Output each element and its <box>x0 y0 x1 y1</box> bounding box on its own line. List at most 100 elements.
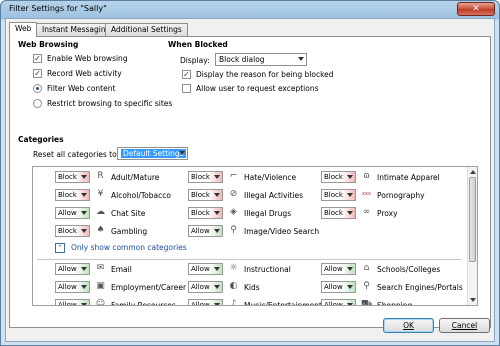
xxx-icon: xxx <box>362 191 371 197</box>
chevron-down-icon <box>214 211 220 215</box>
category-setting-select-illegal-drugs[interactable]: Block <box>188 207 223 219</box>
category-setting-select-chat-site[interactable]: Allow <box>55 207 90 219</box>
web-tab-panel: Web Browsing ✓ Enable Web browsing ✓ Rec… <box>9 36 491 328</box>
record-web-activity-label: Record Web activity <box>47 69 122 78</box>
chevron-down-icon <box>214 229 220 233</box>
chevron-down-icon <box>214 285 220 289</box>
category-setting-value: Block <box>58 227 77 235</box>
category-label-email: Email <box>111 265 132 274</box>
restrict-browsing-radio[interactable] <box>33 99 42 108</box>
display-mode-select[interactable]: Block dialog <box>215 53 307 66</box>
category-setting-select-pornography[interactable]: Block <box>321 189 356 201</box>
chevron-down-icon <box>81 229 87 233</box>
category-setting-value: Block <box>324 173 343 181</box>
category-label-schools-colleges: Schools/Colleges <box>377 265 441 274</box>
magnifier-icon: ⚲ <box>230 225 237 235</box>
scroll-down-arrow-icon[interactable] <box>470 298 476 302</box>
category-label-illegal-drugs: Illegal Drugs <box>244 209 292 218</box>
display-reason-checkbox[interactable]: ✓ <box>182 70 191 79</box>
reset-categories-select[interactable]: Default Settings <box>117 147 188 160</box>
category-setting-value: Allow <box>191 265 210 273</box>
category-setting-value: Allow <box>58 301 77 306</box>
pill-icon: ◈ <box>230 207 237 217</box>
category-setting-select-instructional[interactable]: Allow <box>188 263 223 275</box>
categories-scrollbar[interactable] <box>467 167 477 305</box>
adult-icon: R <box>97 171 104 181</box>
category-setting-select-shopping[interactable]: Allow <box>321 299 356 305</box>
briefcase-icon: ▣ <box>96 281 105 291</box>
categories-list[interactable]: Block R Adult/Mature Block ⌐ Hate/Violence Blo… <box>32 166 478 306</box>
category-setting-select-gambling[interactable]: Block <box>55 225 90 237</box>
chevron-down-icon <box>347 285 353 289</box>
reset-categories-value: Default Settings <box>121 149 186 158</box>
ok-button[interactable]: OK <box>383 318 434 333</box>
title-bar[interactable]: Filter Settings for "Sally" ✕ <box>1 1 499 18</box>
category-setting-value: Block <box>191 209 210 217</box>
category-setting-select-adult-mature[interactable]: Block <box>55 171 90 183</box>
tab-additional-settings[interactable]: Additional Settings <box>105 23 188 36</box>
window-title: Filter Settings for "Sally" <box>9 4 107 13</box>
chevron-down-icon <box>179 151 185 155</box>
category-setting-select-email[interactable]: Allow <box>55 263 90 275</box>
category-setting-select-hate-violence[interactable]: Block <box>188 171 223 183</box>
allow-exceptions-checkbox[interactable] <box>182 84 191 93</box>
collapse-icon[interactable]: ⌃ <box>55 243 65 253</box>
category-setting-select-music-entertainment[interactable]: Allow <box>188 299 223 306</box>
category-label-image-video-search: Image/Video Search <box>244 227 320 236</box>
bra-icon: ɷ <box>363 171 370 181</box>
category-setting-select-proxy[interactable]: Block <box>321 207 356 219</box>
scroll-up-arrow-icon[interactable] <box>470 170 476 174</box>
bulb-icon: ☼ <box>229 263 238 273</box>
category-setting-value: Allow <box>58 209 77 217</box>
record-web-activity-checkbox[interactable]: ✓ <box>33 69 42 78</box>
chevron-down-icon <box>298 57 304 61</box>
cancel-button[interactable]: Cancel <box>439 318 490 333</box>
dialog-client-area: Web Instant Messaging Additional Setting… <box>5 18 495 342</box>
close-button[interactable]: ✕ <box>457 2 495 16</box>
only-common-categories-link[interactable]: Only show common categories <box>71 243 187 252</box>
gun-icon: ⌐ <box>229 171 238 181</box>
category-label-intimate-apparel: Intimate Apparel <box>377 173 440 182</box>
ok-button-label: OK <box>403 321 414 330</box>
filter-web-content-radio[interactable] <box>33 84 42 93</box>
category-setting-select-image-video-search[interactable]: Allow <box>188 225 223 237</box>
category-setting-value: Block <box>191 173 210 181</box>
category-label-pornography: Pornography <box>377 191 425 200</box>
family-icon: ☺ <box>95 299 106 306</box>
bottle-icon: ¥ <box>97 189 104 199</box>
allow-exceptions-label: Allow user to request exceptions <box>196 84 319 93</box>
category-label-music-entertainment: Music/Entertainment <box>244 301 322 306</box>
cart-icon: ⛟ <box>361 299 373 306</box>
chevron-down-icon <box>81 267 87 271</box>
scroll-thumb[interactable] <box>469 177 476 262</box>
category-label-alcohol-tobacco: Alcohol/Tobacco <box>111 191 171 200</box>
restrict-browsing-label: Restrict browsing to specific sites <box>47 99 173 108</box>
graduation-cap-icon: ⌂ <box>363 263 370 273</box>
category-setting-select-schools-colleges[interactable]: Allow <box>321 263 356 275</box>
categories-heading: Categories <box>18 135 64 144</box>
category-setting-value: Allow <box>191 301 210 306</box>
category-setting-value: Allow <box>191 227 210 235</box>
category-setting-select-alcohol-tobacco[interactable]: Block <box>55 189 90 201</box>
category-setting-select-search-engines-portals[interactable]: Allow <box>321 281 356 293</box>
chevron-down-icon <box>81 175 87 179</box>
category-setting-value: Allow <box>191 283 210 291</box>
tab-web[interactable]: Web <box>9 22 38 37</box>
category-setting-value: Block <box>324 191 343 199</box>
envelope-icon: ✉ <box>96 263 105 273</box>
enable-web-browsing-checkbox[interactable]: ✓ <box>33 54 42 63</box>
category-setting-select-kids[interactable]: Allow <box>188 281 223 293</box>
web-browsing-heading: Web Browsing <box>18 40 79 49</box>
category-setting-value: Allow <box>58 265 77 273</box>
category-label-employment-career: Employment/Career <box>111 283 187 292</box>
category-label-adult-mature: Adult/Mature <box>111 173 160 182</box>
chevron-down-icon <box>214 267 220 271</box>
category-label-search-engines-portals: Search Engines/Portals <box>377 283 463 292</box>
balloon-icon: ◐ <box>229 281 238 291</box>
category-setting-select-intimate-apparel[interactable]: Block <box>321 171 356 183</box>
chevron-down-icon <box>347 303 353 305</box>
category-setting-select-employment-career[interactable]: Allow <box>55 281 90 293</box>
category-setting-select-illegal-activities[interactable]: Block <box>188 189 223 201</box>
enable-web-browsing-label: Enable Web browsing <box>47 54 128 63</box>
category-setting-select-family-resources[interactable]: Allow <box>55 299 90 306</box>
